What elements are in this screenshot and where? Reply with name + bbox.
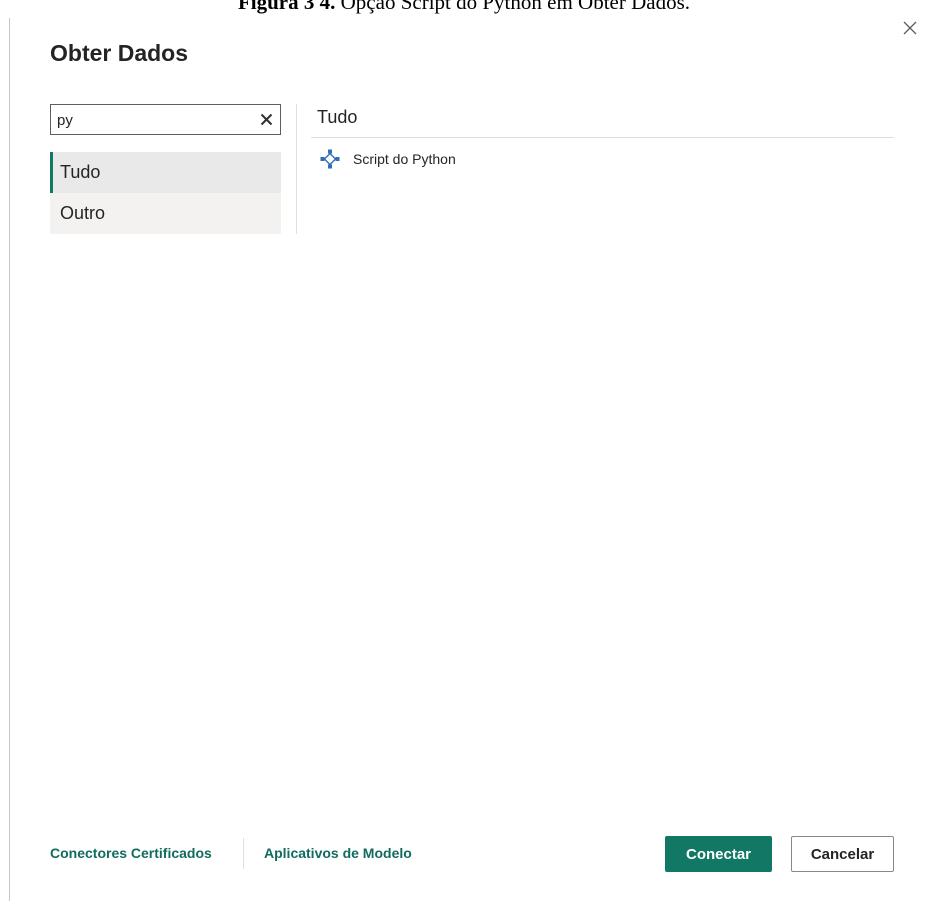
template-apps-link[interactable]: Aplicativos de Modelo <box>264 845 412 861</box>
search-box[interactable] <box>50 104 281 135</box>
cancel-button[interactable]: Cancelar <box>791 836 894 872</box>
results-header: Tudo <box>317 107 358 127</box>
result-item-label: Script do Python <box>353 151 456 167</box>
category-label: Tudo <box>60 162 101 182</box>
close-icon <box>903 21 917 35</box>
panel-divider <box>296 104 297 234</box>
connect-button[interactable]: Conectar <box>665 836 772 872</box>
results-header-divider <box>311 137 894 138</box>
certified-connectors-link[interactable]: Conectores Certificados <box>50 845 212 861</box>
search-clear-button[interactable] <box>258 111 274 127</box>
clear-x-icon <box>260 113 272 125</box>
category-label: Outro <box>60 203 106 223</box>
result-item-python-script[interactable]: Script do Python <box>319 147 456 171</box>
close-button[interactable] <box>898 16 922 40</box>
footer-separator <box>243 838 244 869</box>
connector-diamond-icon <box>320 149 340 169</box>
figure-caption: Figura 3 4. Opção Script do Python em Ob… <box>0 0 928 14</box>
search-input[interactable] <box>51 110 253 129</box>
dialog-title: Obter Dados <box>50 40 189 66</box>
category-outro[interactable]: Outro <box>50 193 281 234</box>
get-data-dialog: Figura 3 4. Opção Script do Python em Ob… <box>0 0 928 901</box>
figure-caption-text: Opção Script do Python em Obter Dados. <box>335 0 691 14</box>
category-tudo[interactable]: Tudo <box>50 152 281 193</box>
figure-caption-label: Figura 3 4. <box>237 0 336 14</box>
dialog-left-border <box>9 18 10 901</box>
category-list: Tudo Outro <box>50 152 281 234</box>
